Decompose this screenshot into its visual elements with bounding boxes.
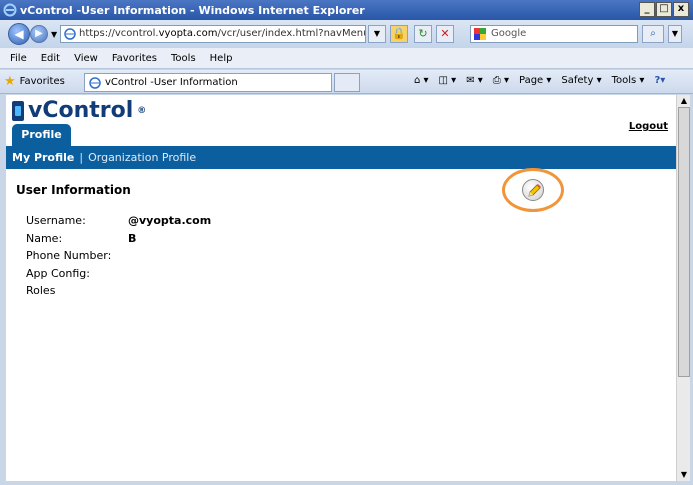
safety-menu-label: Safety (561, 75, 594, 86)
field-app-config: App Config: (26, 265, 211, 283)
google-icon (474, 28, 486, 40)
menu-help[interactable]: Help (210, 53, 233, 64)
menu-favorites[interactable]: Favorites (112, 53, 157, 64)
print-icon[interactable]: ⎙ ▾ (493, 75, 509, 86)
menu-edit[interactable]: Edit (41, 53, 60, 64)
field-label: Name: (26, 231, 63, 245)
field-username: Username: @vyopta.com (26, 212, 211, 230)
url-suffix: /vcr/user/index.html?navMenu=enc (217, 28, 366, 39)
field-phone: Phone Number: (26, 247, 211, 265)
minimize-button[interactable]: _ (639, 2, 655, 17)
command-bar: ⌂ ▾ ◫ ▾ ✉ ▾ ⎙ ▾ Page ▾ Safety ▾ Tools ▾ … (414, 75, 665, 86)
field-roles: Roles (26, 282, 211, 300)
field-label: Roles (26, 284, 56, 297)
favorites-button[interactable]: ★ Favorites (4, 74, 65, 89)
edit-highlight-circle (502, 168, 564, 212)
url-prefix: https://vcontrol. (79, 28, 159, 39)
lock-icon[interactable]: 🔒 (390, 25, 408, 43)
close-button[interactable]: x (673, 2, 689, 17)
search-options-icon[interactable]: ▼ (668, 25, 682, 43)
menu-bar: File Edit View Favorites Tools Help (0, 48, 693, 69)
logout-link[interactable]: Logout (629, 121, 668, 132)
logo-registered: ® (137, 105, 147, 116)
home-icon[interactable]: ⌂ ▾ (414, 75, 429, 86)
maximize-button[interactable]: □ (656, 2, 672, 17)
ie-icon (3, 3, 17, 17)
menu-tools[interactable]: Tools (171, 53, 196, 64)
scroll-down-icon[interactable]: ▼ (678, 469, 690, 481)
history-dropdown-icon[interactable]: ▼ (51, 30, 57, 39)
field-label: App Config: (26, 266, 90, 280)
forward-button[interactable]: ▶ (30, 25, 48, 43)
field-value: B (128, 231, 137, 245)
vertical-scrollbar[interactable]: ▲ ▼ (676, 95, 690, 481)
edit-button[interactable] (522, 179, 544, 201)
url-domain: vyopta.com (158, 28, 218, 39)
browser-window: vControl -User Information - Windows Int… (0, 0, 693, 485)
field-label: Phone Number: (26, 249, 112, 262)
address-toolbar: ◀ ▶ ▼ https://vcontrol.vyopta.com/vcr/us… (0, 20, 693, 48)
user-info-fields: Username: @vyopta.com Name: B Phone Numb… (26, 212, 211, 300)
feeds-icon[interactable]: ◫ ▾ (439, 75, 457, 86)
vcontrol-logo: vControl ® (12, 98, 146, 123)
nav-separator: | (79, 151, 84, 164)
stop-icon[interactable]: ✕ (436, 25, 454, 43)
search-input[interactable]: Google (470, 25, 638, 43)
pencil-icon (528, 184, 541, 197)
logo-text: vControl (28, 98, 134, 123)
tools-menu[interactable]: Tools ▾ (612, 75, 645, 86)
help-icon[interactable]: ?▾ (654, 75, 665, 86)
safety-menu[interactable]: Safety ▾ (561, 75, 601, 86)
field-name: Name: B (26, 230, 211, 248)
tab-title: vControl -User Information (105, 77, 238, 88)
star-icon: ★ (4, 74, 16, 89)
menu-file[interactable]: File (10, 53, 27, 64)
back-button[interactable]: ◀ (8, 23, 30, 45)
nav-organization-profile[interactable]: Organization Profile (88, 151, 196, 164)
scroll-thumb[interactable] (678, 107, 690, 377)
tab-profile[interactable]: Profile (12, 124, 71, 146)
logo-mark-icon (12, 100, 24, 121)
field-value: @vyopta.com (128, 214, 212, 227)
search-placeholder: Google (491, 28, 527, 39)
tools-menu-label: Tools (611, 75, 637, 86)
page-icon (64, 28, 76, 40)
menu-view[interactable]: View (74, 53, 98, 64)
field-label: Username: (26, 214, 86, 227)
scroll-up-icon[interactable]: ▲ (678, 95, 690, 107)
title-bar: vControl -User Information - Windows Int… (0, 0, 693, 20)
page-menu-label: Page (518, 75, 544, 86)
window-title: vControl -User Information - Windows Int… (20, 3, 365, 17)
favorites-label: Favorites (19, 76, 65, 87)
favorites-bar: ★ Favorites vControl -User Information ⌂… (0, 70, 693, 94)
address-bar[interactable]: https://vcontrol.vyopta.com/vcr/user/ind… (60, 25, 366, 43)
page-content: vControl ® Profile Logout My Profile | Or… (6, 95, 676, 481)
mail-icon[interactable]: ✉ ▾ (466, 75, 483, 86)
page-menu[interactable]: Page ▾ (519, 75, 551, 86)
refresh-icon[interactable]: ↻ (414, 25, 432, 43)
ie-page-icon (89, 77, 101, 89)
tab-active[interactable]: vControl -User Information (84, 73, 332, 92)
address-dropdown-button[interactable]: ▼ (368, 25, 386, 43)
sub-navigation: My Profile | Organization Profile (6, 146, 676, 169)
nav-my-profile[interactable]: My Profile (12, 151, 74, 164)
section-title: User Information (16, 183, 131, 197)
search-icon[interactable]: ⌕ (642, 25, 664, 43)
new-tab-button[interactable] (334, 73, 360, 92)
